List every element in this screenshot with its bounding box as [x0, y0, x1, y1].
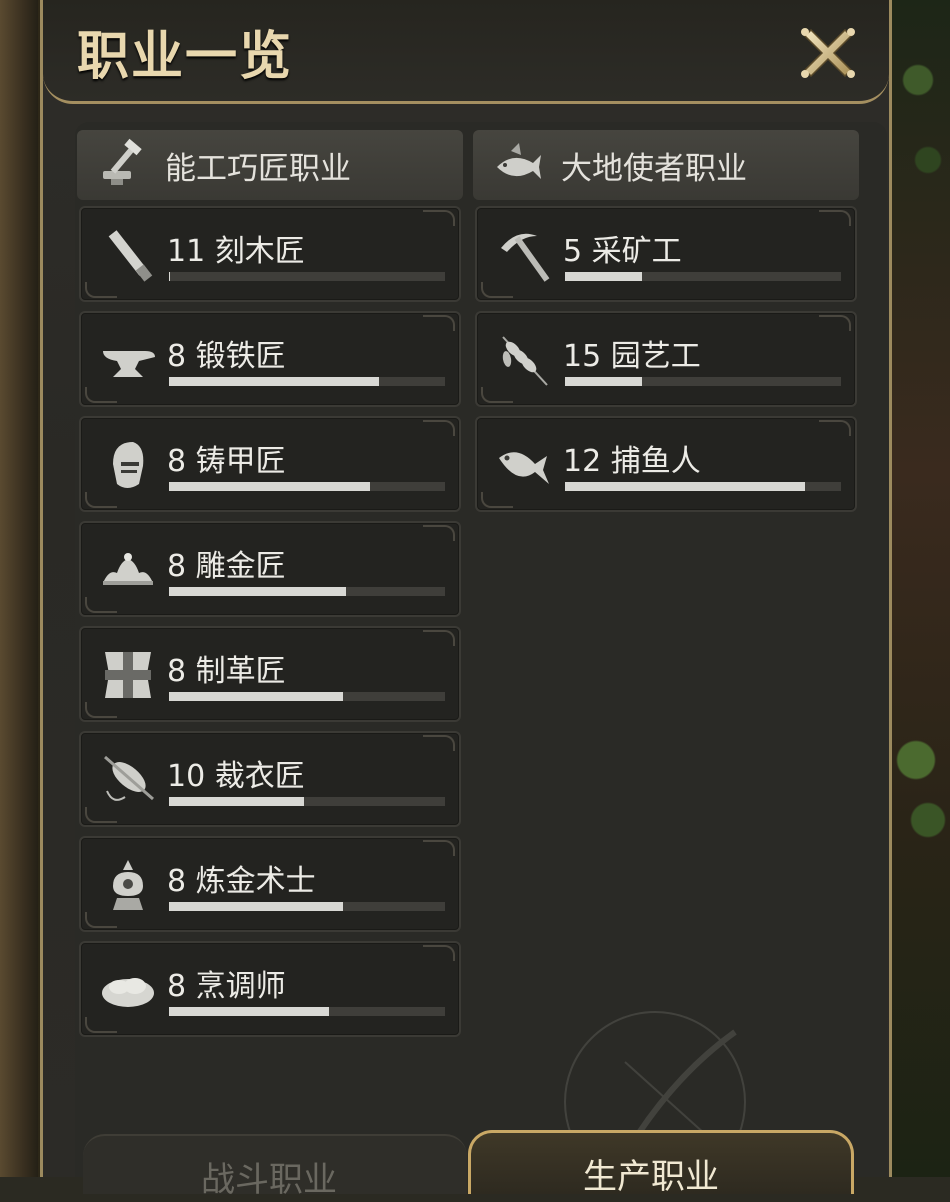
job-name: 采矿工 — [591, 234, 682, 269]
exp-bar-fill — [169, 377, 379, 386]
alembic-icon — [113, 860, 143, 910]
job-level: 12 — [563, 444, 602, 479]
exp-bar — [169, 692, 445, 701]
job-name: 雕金匠 — [195, 549, 286, 584]
job-level: 11 — [167, 234, 206, 269]
exp-bar-fill — [169, 272, 171, 281]
window-title: 职业一览 — [77, 26, 294, 87]
job-level: 8 — [167, 864, 187, 899]
job-entry-miner[interactable]: 5 采矿工 — [475, 206, 857, 302]
gatherer-column-label: 大地使者职业 — [561, 150, 747, 187]
spindle-icon — [104, 755, 154, 801]
job-list-window: 职业一览 能工巧匠职业 大地使者职业 11 刻木匠 8 锻铁匠 8 铸甲匠 8 … — [40, 0, 892, 1200]
job-level: 5 — [563, 234, 583, 269]
job-label: 8 炼金术士 — [167, 856, 316, 900]
tab-production[interactable]: 生产职业 — [468, 1130, 854, 1197]
job-label: 5 采矿工 — [563, 226, 682, 270]
exp-bar-fill — [169, 482, 371, 491]
job-label: 8 雕金匠 — [167, 541, 286, 585]
job-entry-blacksmith[interactable]: 8 锻铁匠 — [79, 311, 461, 407]
job-level: 8 — [167, 339, 187, 374]
exp-bar-fill — [169, 797, 305, 806]
job-level: 8 — [167, 549, 187, 584]
wheat-icon — [502, 336, 548, 386]
exp-bar-fill — [565, 272, 643, 281]
pickaxe-icon — [501, 233, 550, 282]
helmet-icon — [113, 442, 144, 488]
job-label: 8 制革匠 — [167, 646, 286, 690]
job-name: 烹调师 — [195, 969, 286, 1004]
exp-bar-fill — [169, 902, 343, 911]
exp-bar — [565, 377, 841, 386]
job-level: 10 — [167, 759, 206, 794]
job-list-content: 能工巧匠职业 大地使者职业 11 刻木匠 8 锻铁匠 8 铸甲匠 8 雕金匠 8… — [75, 122, 887, 1193]
job-entry-fisher[interactable]: 12 捕鱼人 — [475, 416, 857, 512]
job-name: 园艺工 — [610, 339, 701, 374]
job-name: 锻铁匠 — [195, 339, 286, 374]
exp-bar — [169, 272, 445, 281]
job-name: 捕鱼人 — [610, 444, 701, 479]
exp-bar — [565, 272, 841, 281]
window-header: 职业一览 — [43, 0, 889, 104]
job-label: 15 园艺工 — [563, 331, 701, 375]
exp-bar-fill — [169, 692, 343, 701]
job-entry-alchemist[interactable]: 8 炼金术士 — [79, 836, 461, 932]
job-name: 铸甲匠 — [195, 444, 286, 479]
crafter-column-header: 能工巧匠职业 — [77, 130, 463, 200]
exp-bar — [565, 482, 841, 491]
tiara-icon — [103, 553, 153, 585]
job-entry-carpenter[interactable]: 11 刻木匠 — [79, 206, 461, 302]
job-entry-armorer[interactable]: 8 铸甲匠 — [79, 416, 461, 512]
job-level: 8 — [167, 444, 187, 479]
job-label: 8 铸甲匠 — [167, 436, 286, 480]
exp-bar — [169, 377, 445, 386]
job-level: 8 — [167, 969, 187, 1004]
job-level: 15 — [563, 339, 602, 374]
job-level: 8 — [167, 654, 187, 689]
job-label: 10 裁衣匠 — [167, 751, 305, 795]
exp-bar-fill — [169, 587, 346, 596]
exp-bar — [169, 482, 445, 491]
tab-production-label: 生产职业 — [583, 1157, 719, 1197]
background-foliage — [888, 0, 950, 1177]
saw-icon — [108, 230, 153, 282]
bread-icon — [102, 978, 154, 1007]
exp-bar-fill — [169, 1007, 330, 1016]
job-name: 制革匠 — [195, 654, 286, 689]
job-entry-goldsmith[interactable]: 8 雕金匠 — [79, 521, 461, 617]
job-label: 12 捕鱼人 — [563, 436, 701, 480]
job-entry-botanist[interactable]: 15 园艺工 — [475, 311, 857, 407]
job-name: 刻木匠 — [214, 234, 305, 269]
job-name: 炼金术士 — [195, 864, 316, 899]
exp-bar-fill — [565, 377, 643, 386]
exp-bar — [169, 797, 445, 806]
crafter-column-label: 能工巧匠职业 — [165, 150, 351, 187]
background-pillar — [0, 0, 38, 1177]
job-category-tabs: 战斗职业 生产职业 — [83, 1128, 854, 1200]
exp-bar — [169, 1007, 445, 1016]
job-name: 裁衣匠 — [214, 759, 305, 794]
fish-icon — [499, 452, 549, 484]
exp-bar — [169, 587, 445, 596]
gatherer-column-header: 大地使者职业 — [473, 130, 859, 200]
anvil-icon — [103, 351, 155, 377]
tab-combat[interactable]: 战斗职业 — [83, 1134, 467, 1200]
job-label: 8 烹调师 — [167, 961, 286, 1005]
close-button[interactable] — [797, 22, 859, 84]
gatherer-fish-icon — [497, 143, 541, 179]
job-entry-leatherworker[interactable]: 8 制革匠 — [79, 626, 461, 722]
exp-bar-fill — [565, 482, 806, 491]
job-label: 8 锻铁匠 — [167, 331, 286, 375]
job-entry-culinarian[interactable]: 8 烹调师 — [79, 941, 461, 1037]
job-entry-weaver[interactable]: 10 裁衣匠 — [79, 731, 461, 827]
close-icon — [801, 28, 855, 78]
exp-bar — [169, 902, 445, 911]
crafter-hammer-icon — [103, 138, 142, 185]
job-label: 11 刻木匠 — [167, 226, 305, 270]
leather-icon — [105, 652, 151, 698]
